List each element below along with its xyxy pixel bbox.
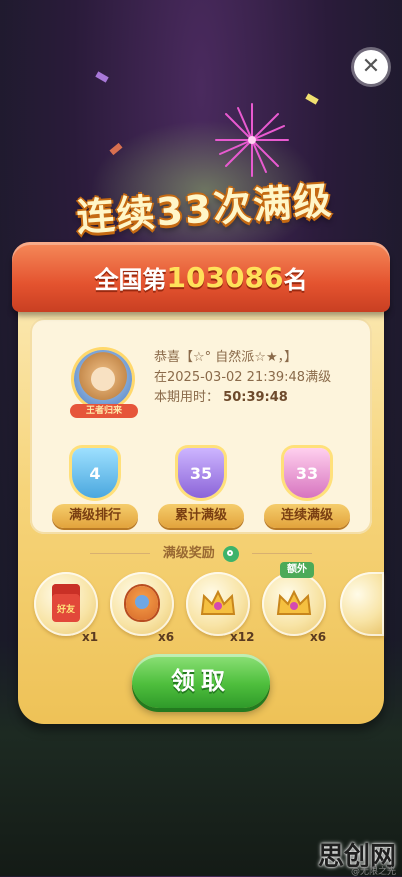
- result-panel: 王者归来 恭喜【☆° 自然派☆★，】 在2025-03-02 21:39:48满…: [18, 300, 384, 724]
- shield-icon: 4: [72, 448, 118, 498]
- badge-value: 33: [295, 463, 319, 483]
- rank-suffix: 名: [283, 265, 308, 294]
- badge-total[interactable]: 35 累计满级: [158, 448, 244, 534]
- badge-label: 连续满级: [264, 504, 350, 528]
- reward-item[interactable]: 好友: [34, 572, 98, 636]
- reward-item[interactable]: [262, 572, 326, 636]
- crown-icon: [200, 589, 236, 615]
- rank-number: 103086: [166, 260, 284, 294]
- badge-value: 35: [189, 463, 213, 483]
- mascot-face: [135, 595, 149, 609]
- reward-qty: x6: [158, 630, 175, 644]
- search-icon[interactable]: [223, 545, 240, 562]
- info-card: 王者归来 恭喜【☆° 自然派☆★，】 在2025-03-02 21:39:48满…: [30, 318, 372, 534]
- red-envelope-icon: 好友: [52, 584, 80, 622]
- congrats-line: 恭喜【☆° 自然派☆★，】: [154, 350, 298, 365]
- close-button[interactable]: ✕: [354, 50, 388, 84]
- rank-banner: 全国第 103086 名: [12, 242, 390, 312]
- crown-icon: [276, 589, 312, 615]
- badge-label: 满级排行: [52, 504, 138, 528]
- badge-value: 4: [89, 463, 101, 483]
- divider: [251, 553, 312, 554]
- reward-item-partial[interactable]: [340, 572, 384, 636]
- duration-label: 本期用时：: [154, 390, 220, 405]
- duration-value: 50:39:48: [223, 390, 288, 405]
- watermark-credit: @无限之光: [350, 867, 396, 877]
- extra-badge: 额外: [280, 562, 314, 578]
- info-lines: 恭喜【☆° 自然派☆★，】 在2025-03-02 21:39:48满级 本期用…: [154, 348, 331, 408]
- reward-label: 好友: [56, 605, 75, 615]
- close-icon: ✕: [361, 54, 381, 79]
- badge-streak[interactable]: 33 连续满级: [264, 448, 350, 534]
- confetti-piece: [305, 93, 319, 105]
- rewards-title: 满级奖励: [162, 546, 215, 561]
- shield-icon: 33: [284, 448, 330, 498]
- time-line: 在2025-03-02 21:39:48满级: [154, 370, 332, 385]
- avatar: [74, 350, 132, 408]
- badge-rank[interactable]: 4 满级排行: [52, 448, 138, 534]
- reward-qty: x12: [230, 630, 255, 644]
- avatar-face: [91, 367, 115, 391]
- reward-item[interactable]: [110, 572, 174, 636]
- firework-icon: [215, 103, 289, 177]
- divider: [90, 553, 151, 554]
- mascot-icon: [126, 586, 158, 620]
- badge-label: 累计满级: [158, 504, 244, 528]
- rewards-header: 满级奖励: [18, 542, 384, 562]
- reward-qty: x1: [82, 630, 99, 644]
- avatar-tag: 王者归来: [70, 404, 138, 418]
- rank-prefix: 全国第: [94, 265, 167, 294]
- confetti-piece: [95, 71, 109, 83]
- reward-item[interactable]: [186, 572, 250, 636]
- claim-button[interactable]: 领取: [132, 654, 270, 708]
- shield-icon: 35: [178, 448, 224, 498]
- duration-line: 本期用时： 50:39:48: [154, 388, 331, 408]
- reward-qty: x6: [310, 630, 327, 644]
